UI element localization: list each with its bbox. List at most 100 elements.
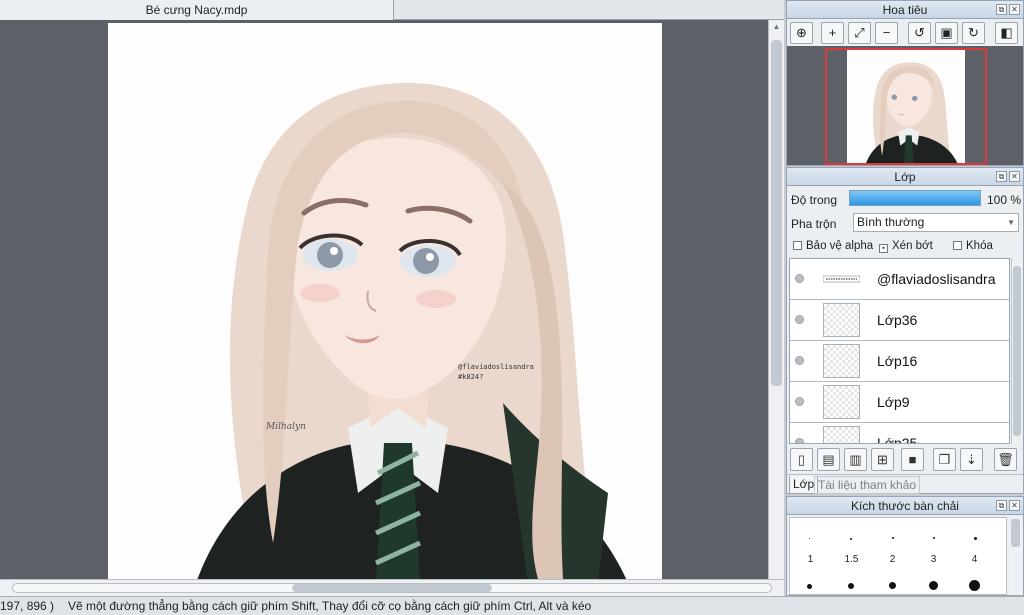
layer-thumbnail <box>823 426 860 443</box>
layer-name: @flaviadoslisandra <box>877 271 996 287</box>
opacity-label: Độ trong <box>791 193 838 207</box>
brush-dot-preview[interactable] <box>850 538 852 540</box>
layer-toolbar: ▯ ▤ ▥ ⊞ ■ ❐ ⇣ 🗑 <box>787 446 1023 472</box>
trash-icon[interactable]: 🗑 <box>994 448 1017 471</box>
clipping-label: Xén bớt <box>892 240 933 252</box>
layer-list[interactable]: @flaviadoslisandra Lớp36 Lớp16 Lớp9 Lớp2… <box>789 258 1010 444</box>
clipping-checkbox[interactable]: ▪ Xén bớt <box>879 240 933 253</box>
navigator-title-text: Hoa tiêu <box>882 3 928 17</box>
protect-alpha-label: Bảo vệ alpha <box>806 240 874 252</box>
canvas-vertical-scrollbar[interactable]: ▲ <box>768 20 784 579</box>
layers-window-buttons: ⧉ ✕ <box>994 171 1020 189</box>
tabbar-empty <box>394 1 784 19</box>
rotate-left-icon[interactable]: ↺ <box>908 22 931 44</box>
brush-dot-preview[interactable] <box>809 538 810 539</box>
canvas-area[interactable]: @flaviadoslisandra #k824? Milhalyn <box>0 20 768 579</box>
close-icon[interactable]: ✕ <box>1009 171 1020 182</box>
brush-dot-preview[interactable] <box>974 537 977 540</box>
chevron-down-icon: ▼ <box>1007 218 1015 227</box>
brush-dot-preview[interactable] <box>892 537 894 539</box>
brush-size-label[interactable]: 4 <box>954 554 995 565</box>
opacity-slider[interactable] <box>849 190 981 206</box>
navigator-view-frame[interactable] <box>825 48 987 165</box>
new-layer-icon[interactable]: ▯ <box>790 448 813 471</box>
duplicate-layer-icon[interactable]: ❐ <box>933 448 956 471</box>
visibility-eye-icon[interactable] <box>795 397 804 406</box>
restore-icon[interactable]: ⧉ <box>996 4 1007 15</box>
brush-dot-preview[interactable] <box>807 584 812 589</box>
layer-name: Lớp36 <box>877 312 918 328</box>
opacity-value: 100 % <box>987 193 1022 207</box>
visibility-eye-icon[interactable] <box>795 438 804 443</box>
scroll-up-icon[interactable]: ▲ <box>769 20 784 34</box>
brush-dot-preview[interactable] <box>969 580 980 591</box>
layer-panel-tabs: Lớp Tài liệu tham khảo <box>787 474 1023 494</box>
brush-dot-preview[interactable] <box>848 583 854 589</box>
layer-row[interactable]: @flaviadoslisandra <box>790 259 1009 300</box>
canvas-horizontal-scrollbar[interactable] <box>0 579 784 596</box>
layer-row[interactable]: Lớp16 <box>790 341 1009 382</box>
navigator-title: Hoa tiêu ⧉ ✕ <box>787 1 1023 19</box>
new-folder-icon[interactable]: ■ <box>901 448 924 471</box>
navigator-preview-area[interactable] <box>787 46 1023 165</box>
brush-scroll-thumb[interactable] <box>1011 519 1020 547</box>
merge-layer-icon[interactable]: ⇣ <box>960 448 983 471</box>
actual-size-icon[interactable]: ▣ <box>935 22 958 44</box>
layers-title-text: Lớp <box>894 170 916 184</box>
layer-name: Lớp25 <box>877 435 918 444</box>
layer-row[interactable]: Lớp36 <box>790 300 1009 341</box>
brush-size-label[interactable]: 1.5 <box>831 554 872 565</box>
visibility-eye-icon[interactable] <box>795 274 804 283</box>
new-1bit-layer-icon[interactable]: ▥ <box>844 448 867 471</box>
layer-list-scrollbar[interactable] <box>1011 258 1022 444</box>
layer-row[interactable]: Lớp25 <box>790 423 1009 444</box>
lock-label: Khóa <box>966 240 993 252</box>
fit-window-icon[interactable]: ⤢ <box>848 22 871 44</box>
visibility-eye-icon[interactable] <box>795 356 804 365</box>
protect-alpha-checkbox[interactable]: Bảo vệ alpha <box>793 240 873 252</box>
zoom-out-icon[interactable]: − <box>875 22 898 44</box>
navigator-thumbnail-art <box>866 62 958 163</box>
checkbox-icon <box>793 241 802 250</box>
blend-mode-value: Bình thường <box>857 215 925 229</box>
tab-reference[interactable]: Tài liệu tham khảo <box>814 476 921 494</box>
brush-dot-preview[interactable] <box>929 581 938 590</box>
flip-horizontal-icon[interactable]: ◧ <box>995 22 1018 44</box>
restore-icon[interactable]: ⧉ <box>996 500 1007 511</box>
horizontal-scroll-thumb[interactable] <box>292 584 492 592</box>
document-tab[interactable]: Bé cưng Nacy.mdp <box>0 0 394 20</box>
brush-size-grid[interactable]: 1 1.5 2 3 4 <box>789 517 1007 595</box>
close-icon[interactable]: ✕ <box>1009 500 1020 511</box>
restore-icon[interactable]: ⧉ <box>996 171 1007 182</box>
status-hint: Vẽ một đường thẳng bằng cách giữ phím Sh… <box>68 599 592 613</box>
layer-thumbnail <box>823 303 860 337</box>
layers-panel: Lớp ⧉ ✕ Độ trong 100 % Pha trộn Bình thườ… <box>786 167 1024 494</box>
brush-dot-preview[interactable] <box>933 537 935 539</box>
layer-thumbnail <box>823 385 860 419</box>
brush-dot-preview[interactable] <box>889 582 896 589</box>
cursor-coordinates: 197, 896 ) <box>0 599 55 613</box>
brush-window-buttons: ⧉ ✕ <box>994 500 1020 518</box>
brush-size-scrollbar[interactable] <box>1009 517 1022 595</box>
zoom-fit-icon[interactable]: ⊕ <box>790 22 813 44</box>
zoom-in-icon[interactable]: + <box>821 22 844 44</box>
artboard[interactable]: @flaviadoslisandra #k824? Milhalyn <box>108 23 662 579</box>
text-layer-thumbnail-icon <box>823 275 860 283</box>
new-halftone-layer-icon[interactable]: ▤ <box>817 448 840 471</box>
brush-size-label[interactable]: 1 <box>790 554 831 565</box>
layer-scroll-thumb[interactable] <box>1013 266 1021 436</box>
brush-size-label[interactable]: 3 <box>913 554 954 565</box>
blend-mode-select[interactable]: Bình thường ▼ <box>853 213 1019 232</box>
brush-size-label[interactable]: 2 <box>872 554 913 565</box>
layer-row[interactable]: Lớp9 <box>790 382 1009 423</box>
layer-name: Lớp9 <box>877 394 910 410</box>
visibility-eye-icon[interactable] <box>795 315 804 324</box>
add-layer-menu-icon[interactable]: ⊞ <box>871 448 894 471</box>
rotate-right-icon[interactable]: ↻ <box>962 22 985 44</box>
navigator-panel: Hoa tiêu ⧉ ✕ ⊕ + ⤢ − ↺ ▣ ↻ ◧ <box>786 0 1024 166</box>
vertical-scroll-thumb[interactable] <box>771 40 782 386</box>
lock-checkbox[interactable]: Khóa <box>953 240 993 252</box>
navigator-toolbar: ⊕ + ⤢ − ↺ ▣ ↻ ◧ <box>787 20 1023 46</box>
checkbox-partial-icon: ▪ <box>879 244 888 253</box>
close-icon[interactable]: ✕ <box>1009 4 1020 15</box>
